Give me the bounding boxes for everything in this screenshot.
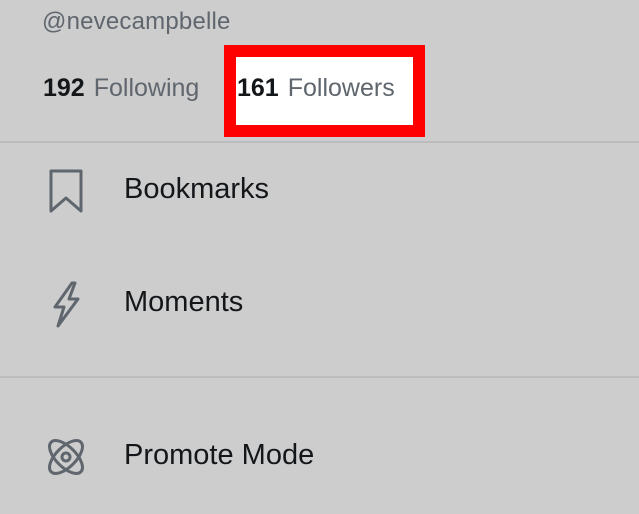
menu-item-moments[interactable]: Moments: [0, 267, 639, 337]
menu-item-label: Moments: [124, 286, 244, 318]
menu-item-promote-mode[interactable]: Promote Mode: [0, 420, 639, 490]
menu-item-label: Bookmarks: [124, 173, 270, 205]
bookmark-icon: [42, 167, 90, 215]
divider-middle: [0, 376, 639, 378]
stats-row: 192 Following 161 Followers: [0, 70, 639, 106]
following-count: 192: [43, 74, 85, 102]
profile-handle: @nevecampbelle: [42, 8, 231, 35]
following-link[interactable]: 192 Following: [43, 70, 199, 106]
promote-mode-icon: [42, 433, 90, 481]
menu-item-label: Promote Mode: [124, 439, 315, 471]
menu-item-bookmarks[interactable]: Bookmarks: [0, 154, 639, 224]
followers-count: 161: [237, 74, 279, 102]
following-label: Following: [93, 74, 200, 102]
followers-label: Followers: [287, 74, 395, 102]
lightning-bolt-icon: [42, 280, 90, 328]
followers-link[interactable]: 161 Followers: [237, 70, 395, 106]
divider-top: [0, 141, 639, 143]
